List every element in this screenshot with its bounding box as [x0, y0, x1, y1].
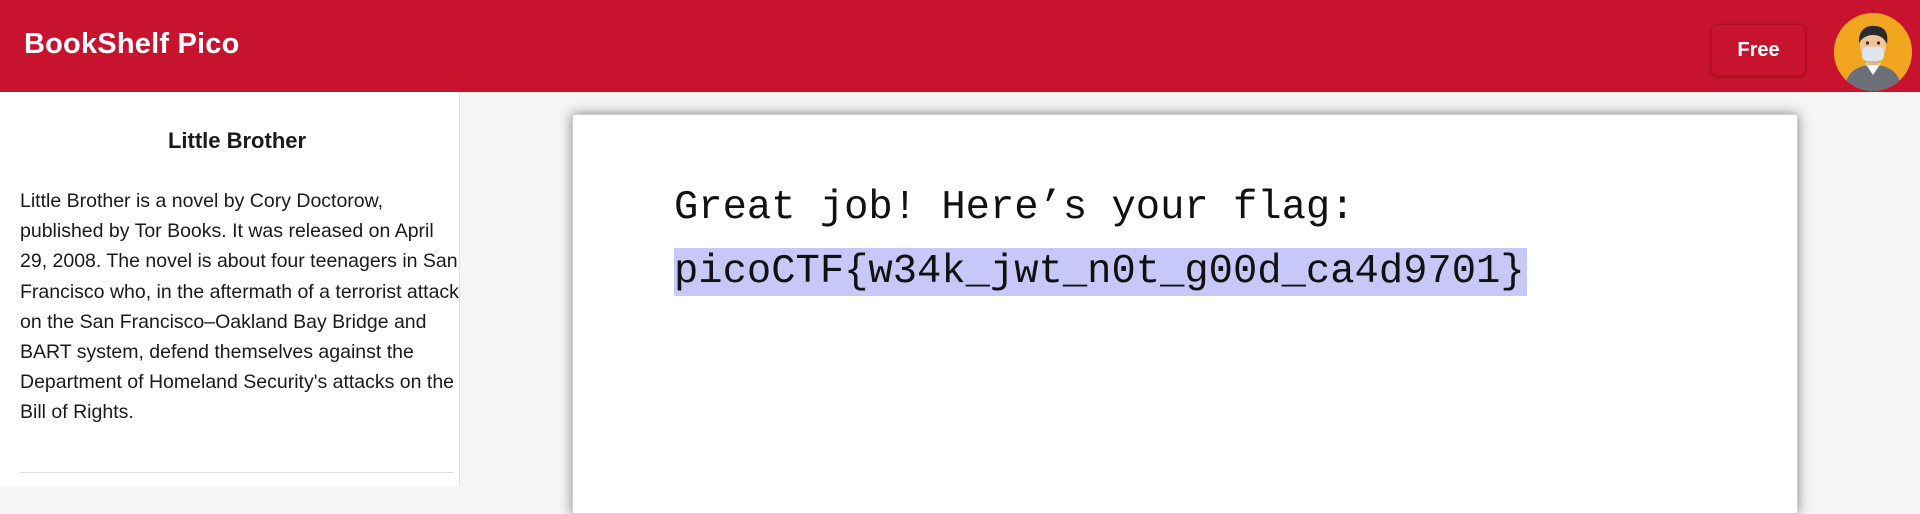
user-avatar-icon[interactable] — [1834, 13, 1912, 91]
free-plan-button[interactable]: Free — [1711, 24, 1806, 76]
book-sidebar: Little Brother Little Brother is a novel… — [0, 92, 460, 486]
top-app-bar: BookShelf Pico Free — [0, 0, 1920, 92]
flag-message: Great job! Here’s your flag: — [674, 185, 1355, 231]
reader-area: Great job! Here’s your flag: picoCTF{w34… — [461, 92, 1920, 514]
app-title[interactable]: BookShelf Pico — [24, 26, 240, 62]
book-page: Great job! Here’s your flag: picoCTF{w34… — [572, 114, 1798, 514]
book-description: Little Brother is a novel by Cory Doctor… — [20, 190, 459, 424]
sidebar-divider — [20, 472, 454, 473]
book-title: Little Brother — [167, 128, 307, 153]
avatar-illustration — [1834, 13, 1912, 91]
flag-text[interactable]: picoCTF{w34k_jwt_n0t_g00d_ca4d9701} — [674, 248, 1527, 296]
